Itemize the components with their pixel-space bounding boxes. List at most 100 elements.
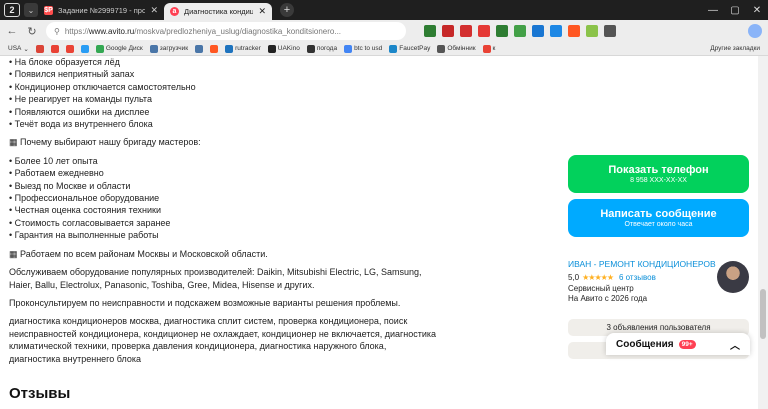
tab-count-badge[interactable]: 2 [4, 3, 20, 17]
bookmark-item[interactable] [35, 44, 44, 53]
consult-paragraph: Проконсультируем по неисправности и подс… [9, 297, 401, 308]
bookmark-item[interactable]: к [482, 44, 495, 53]
download-icon[interactable] [586, 25, 598, 37]
phone-masked: 8 958 XXX-XX-XX [630, 177, 687, 184]
puzzle-icon[interactable] [604, 25, 616, 37]
list-item: Стоимость согласовывается заранее [9, 217, 439, 229]
reply-time: Отвечает около часа [624, 221, 693, 228]
listing-description: На блоке образуется лёд Появился неприят… [9, 56, 439, 371]
page-scrollbar[interactable] [758, 56, 768, 409]
bookmark-item[interactable] [65, 44, 74, 53]
extension-icon[interactable] [478, 25, 490, 37]
bookmark-icon [306, 44, 315, 53]
tab-title: Задание №2999719 - про [58, 5, 146, 15]
bookmark-item[interactable]: btc to usd [344, 44, 382, 53]
list-item: На блоке образуется лёд [9, 56, 439, 68]
bookmark-icon [35, 44, 44, 53]
symptoms-list: На блоке образуется лёд Появился неприят… [9, 56, 439, 130]
bookmark-icon [225, 44, 234, 53]
write-message-button[interactable]: Написать сообщение Отвечает около часа [568, 199, 749, 237]
url-host: www.avito.ru [88, 26, 135, 36]
extension-icon[interactable] [424, 25, 436, 37]
chevron-down-icon[interactable]: ⌄ [24, 3, 38, 17]
list-item: Появился неприятный запах [9, 68, 439, 80]
profile-avatar[interactable] [748, 24, 762, 38]
benefits-list: Более 10 лет опыта Работаем ежедневно Вы… [9, 155, 439, 242]
bookmark-icon [389, 44, 398, 53]
extension-icon[interactable] [550, 25, 562, 37]
bookmarks-bar: USA ⌄ Google Диск загрузчик rutracker UAK… [0, 42, 768, 56]
window-controls: — ▢ ✕ [702, 5, 768, 16]
url-prefix: https:// [64, 26, 89, 36]
bookmark-item[interactable] [80, 44, 89, 53]
back-arrow-icon[interactable]: ← [6, 24, 18, 38]
list-item: Появляются ошибки на дисплее [9, 106, 439, 118]
bookmark-item[interactable] [50, 44, 59, 53]
list-item: Работаем ежедневно [9, 167, 439, 179]
bookmark-icon [80, 44, 89, 53]
list-item: Профессиональное оборудование [9, 192, 439, 204]
list-item: Кондиционер отключается самостоятельно [9, 81, 439, 93]
address-bar-row: ← ↻ ⚲ https://www.avito.ru/moskva/predlo… [0, 20, 768, 42]
bookmark-icon [210, 44, 219, 53]
bookmark-item[interactable]: загрузчик [149, 44, 188, 53]
bookmark-icon [482, 44, 491, 53]
reviews-heading: Отзывы [9, 385, 71, 402]
favicon-icon: а [170, 7, 179, 16]
extension-icon[interactable] [496, 25, 508, 37]
star-rating-icon: ★★★★★ [582, 273, 614, 282]
url-input[interactable]: ⚲ https://www.avito.ru/moskva/predlozhen… [46, 22, 406, 40]
close-window-icon[interactable]: ✕ [746, 5, 768, 16]
close-icon[interactable]: ✕ [258, 6, 266, 17]
why-heading: ▦ Почему выбирают нашу бригаду мастеров: [9, 137, 201, 148]
chevron-up-icon[interactable]: ︿ [730, 337, 740, 352]
brands-paragraph: Обслуживаем оборудование популярных прои… [9, 267, 422, 290]
extension-icon[interactable] [460, 25, 472, 37]
tab-title: Диагностика кондицион [184, 7, 254, 16]
extension-icon[interactable] [568, 25, 580, 37]
tab-task[interactable]: $P Задание №2999719 - про ✕ [38, 0, 164, 20]
extensions-row [424, 25, 616, 37]
messages-widget[interactable]: Сообщения 99+ ︿ [606, 333, 750, 355]
bookmark-icon [437, 44, 446, 53]
show-phone-button[interactable]: Показать телефон 8 958 XXX-XX-XX [568, 155, 749, 193]
other-bookmarks[interactable]: Другие закладки [710, 45, 760, 52]
new-tab-button[interactable]: + [280, 3, 294, 17]
maximize-icon[interactable]: ▢ [724, 5, 746, 16]
minimize-icon[interactable]: — [702, 5, 724, 16]
reviews-count-link[interactable]: 6 отзывов [619, 273, 656, 282]
bookmark-icon [267, 44, 276, 53]
list-item: Более 10 лет опыта [9, 155, 439, 167]
extension-icon[interactable] [442, 25, 454, 37]
page-content: На блоке образуется лёд Появился неприят… [0, 56, 768, 409]
show-phone-label: Показать телефон [608, 164, 709, 176]
google-icon [344, 44, 353, 53]
close-icon[interactable]: ✕ [150, 5, 158, 16]
bookmark-item[interactable]: Обмінник [437, 44, 476, 53]
bookmark-icon [50, 44, 59, 53]
extension-icon[interactable] [514, 25, 526, 37]
unread-badge: 99+ [678, 339, 696, 349]
avatar[interactable] [717, 261, 749, 293]
list-item: Течёт вода из внутреннего блока [9, 118, 439, 130]
bookmark-icon [65, 44, 74, 53]
bookmark-item[interactable]: USA ⌄ [8, 45, 29, 53]
bookmark-item[interactable]: rutracker [225, 44, 261, 53]
bookmark-item[interactable]: UAKino [267, 44, 300, 53]
google-drive-icon [95, 44, 104, 53]
extension-icon[interactable] [532, 25, 544, 37]
seller-card: ИВАН - РЕМОНТ КОНДИЦИОНЕРОВ 5,0 ★★★★★ 6 … [568, 259, 749, 315]
bookmark-item[interactable] [210, 44, 219, 53]
bookmark-item[interactable]: Google Диск [95, 44, 143, 53]
site-info-icon[interactable]: ⚲ [54, 27, 60, 36]
scrollbar-thumb[interactable] [760, 289, 766, 339]
bookmark-item[interactable] [195, 44, 204, 53]
reload-icon[interactable]: ↻ [26, 24, 38, 38]
bookmark-item[interactable]: FaucetPay [389, 44, 430, 53]
list-item: Честная оценка состояния техники [9, 204, 439, 216]
contact-sidebar: Показать телефон 8 958 XXX-XX-XX Написат… [568, 155, 749, 359]
write-message-label: Написать сообщение [600, 208, 717, 220]
bookmark-item[interactable]: погода [306, 44, 337, 53]
favicon-icon: $P [44, 5, 53, 15]
tab-avito[interactable]: а Диагностика кондицион ✕ [164, 3, 272, 20]
